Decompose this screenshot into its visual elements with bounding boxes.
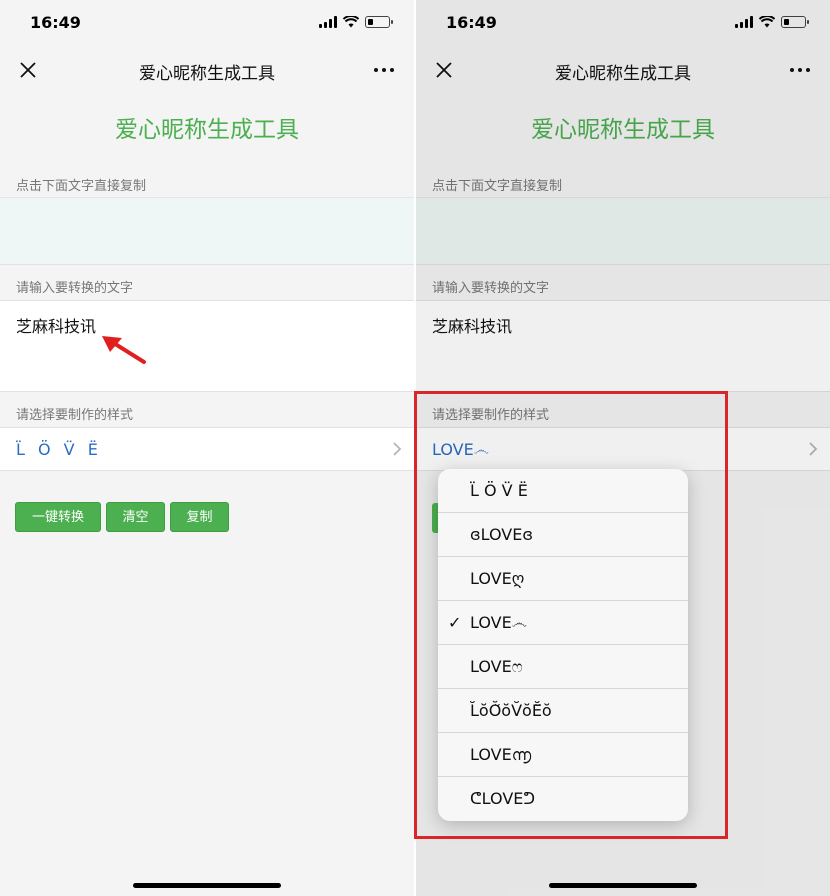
input-value: 芝麻科技讯 (16, 317, 97, 336)
page-content: 爱心昵称生成工具 点击下面文字直接复制 请输入要转换的文字 芝麻科技讯 请选择要… (0, 92, 414, 896)
cellular-signal-icon (319, 16, 337, 28)
page-heading: 爱心昵称生成工具 (115, 117, 299, 143)
result-copy-area[interactable] (0, 197, 414, 265)
red-arrow-annotation (102, 336, 146, 364)
style-label: 请选择要制作的样式 (16, 408, 134, 423)
wifi-icon (343, 16, 359, 28)
input-label: 请输入要转换的文字 (16, 281, 134, 296)
status-icons (319, 16, 393, 28)
status-time: 16:49 (30, 13, 81, 32)
style-select[interactable]: L̈ Ö V̈ Ë (0, 427, 414, 471)
left-screen: 16:49 爱心昵称生成工具 爱心昵称生成工具 点击下面文字直接复制 请输入要转… (0, 0, 414, 896)
status-bar: 16:49 (0, 0, 414, 46)
clear-button[interactable]: 清空 (106, 502, 165, 532)
red-highlight-box (414, 391, 728, 839)
chevron-right-icon (393, 442, 402, 456)
style-select-value: L̈ Ö V̈ Ë (16, 440, 102, 459)
copy-button[interactable]: 复制 (170, 502, 229, 532)
nav-bar: 爱心昵称生成工具 (0, 46, 414, 92)
battery-icon (365, 16, 393, 28)
home-indicator (133, 883, 281, 888)
nav-title: 爱心昵称生成工具 (139, 64, 275, 84)
more-icon[interactable] (374, 68, 394, 72)
home-indicator (549, 883, 697, 888)
text-input[interactable]: 芝麻科技讯 (0, 300, 414, 392)
action-buttons: 一键转换 清空 复制 (15, 502, 229, 532)
convert-button[interactable]: 一键转换 (15, 502, 101, 532)
copy-label: 点击下面文字直接复制 (16, 179, 147, 194)
